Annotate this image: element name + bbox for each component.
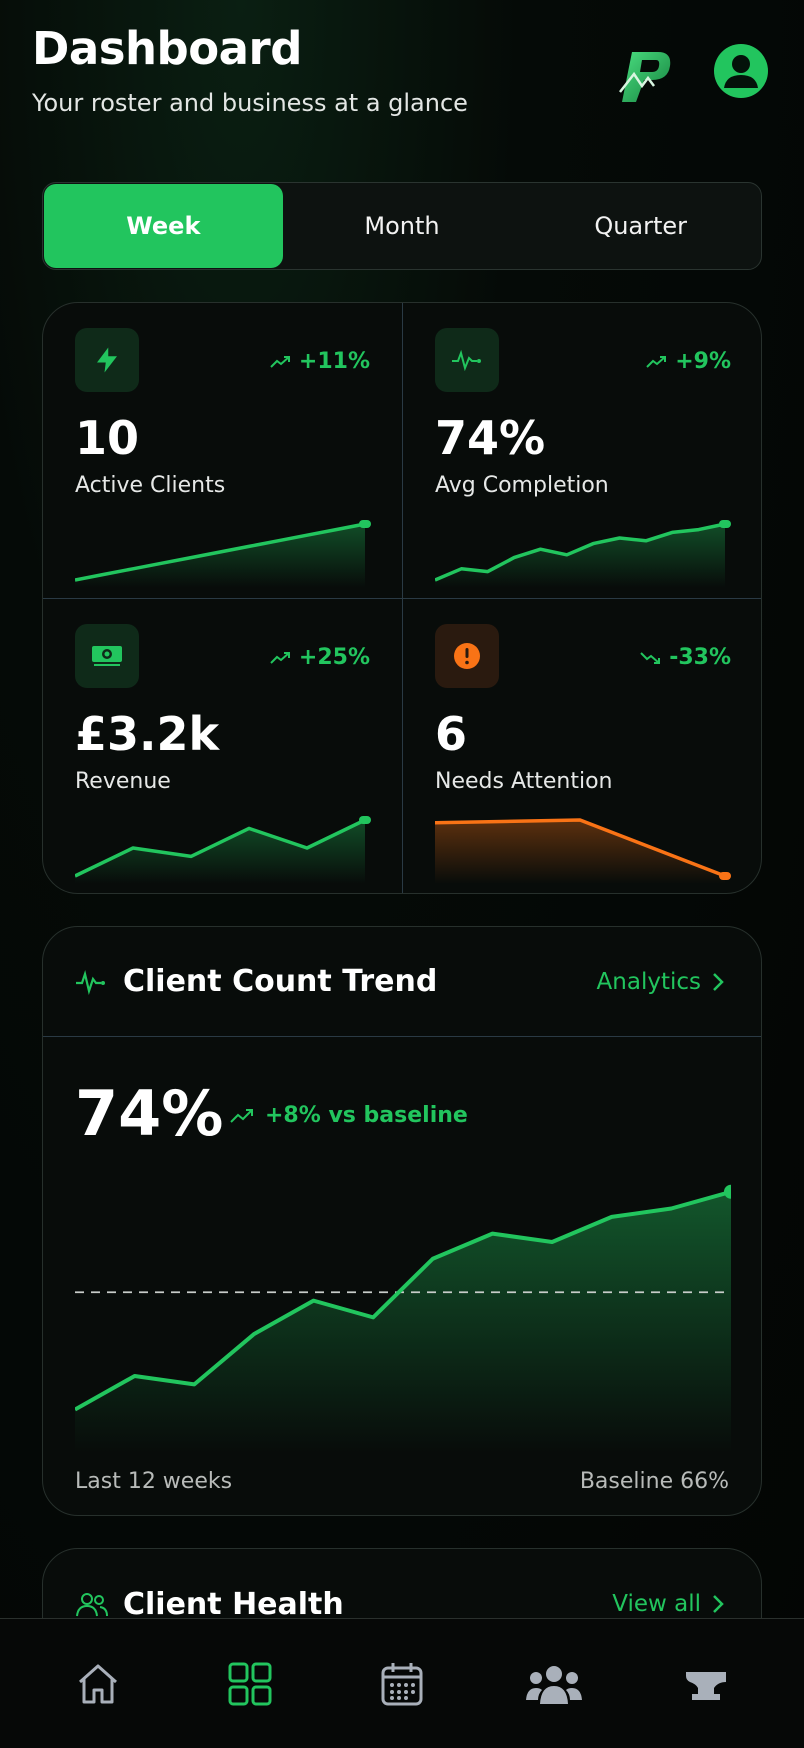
activity-icon [452, 349, 481, 371]
sparkline-end-point [359, 520, 371, 528]
card-header: Client Count Trend Analytics [43, 927, 761, 1037]
chart-range-label: Last 12 weeks [75, 1469, 233, 1494]
sparkline-area [435, 524, 725, 588]
nav-tools[interactable] [676, 1654, 736, 1714]
sparkline [75, 520, 371, 588]
stat-avg-completion[interactable]: +9% 74% Avg Completion [403, 303, 761, 599]
sparkline-end-point [359, 816, 371, 824]
stat-label: Revenue [75, 769, 171, 794]
trend-change: +8% vs baseline [229, 1103, 468, 1128]
baseline-label: Baseline 66% [579, 1469, 729, 1494]
trend-up-icon [270, 355, 290, 368]
activity-icon [76, 969, 105, 995]
nav-home[interactable] [68, 1654, 128, 1714]
stat-value: 74% [435, 411, 546, 465]
stat-value: 10 [75, 411, 140, 465]
view-all-label: View all [612, 1591, 701, 1617]
stat-change-value: +9% [675, 349, 731, 374]
stat-label: Needs Attention [435, 769, 613, 794]
trend-chart [75, 1184, 731, 1453]
period-selector: Week Month Quarter [42, 182, 762, 270]
home-icon [79, 1664, 117, 1703]
sparkline-area [435, 820, 725, 884]
client-count-trend-card: Client Count Trend Analytics 74% +8% vs … [42, 926, 762, 1516]
sparkline [435, 520, 731, 588]
stat-icon-box [75, 624, 139, 688]
stat-label: Active Clients [75, 473, 226, 498]
nav-calendar[interactable] [372, 1654, 432, 1714]
trend-up-icon [270, 651, 290, 664]
stat-change-value: +11% [298, 349, 370, 374]
user-icon [724, 55, 758, 88]
chevron-right-icon [713, 972, 724, 991]
nav-clients[interactable] [524, 1654, 584, 1714]
trend-value: 74% [75, 1077, 224, 1150]
anvil-icon [686, 1671, 726, 1700]
calendar-icon [381, 1662, 423, 1705]
cash-icon [92, 646, 122, 666]
tab-quarter[interactable]: Quarter [521, 184, 760, 268]
trend-up-icon [646, 355, 667, 368]
stat-icon-box [75, 328, 139, 392]
stat-label: Avg Completion [435, 473, 609, 498]
analytics-link-label: Analytics [596, 968, 701, 995]
trend-area [75, 1191, 731, 1453]
card-title: Client Count Trend [123, 964, 438, 999]
sparkline-end-point [719, 872, 731, 880]
users-icon [76, 1593, 108, 1617]
sparkline-end-point [719, 520, 731, 528]
grid-icon [228, 1662, 272, 1705]
stat-needs-attention[interactable]: -33% 6 Needs Attention [403, 599, 761, 893]
stat-value: £3.2k [75, 707, 220, 761]
trend-change-label: +8% vs baseline [265, 1103, 468, 1128]
stats-grid: +11% 10 Active Clients +9% 74% Avg Compl… [42, 302, 762, 894]
app-logo-icon [619, 52, 671, 102]
stat-change: +25% [269, 645, 370, 670]
chevron-right-icon [713, 1595, 724, 1613]
sparkline-area [75, 820, 365, 884]
stat-change: +11% [269, 349, 370, 374]
stat-change-value: +25% [298, 645, 370, 670]
alert-icon [454, 643, 480, 669]
trend-up-icon [230, 1108, 253, 1123]
trend-down-icon [640, 651, 661, 664]
stat-icon-box [435, 624, 499, 688]
avatar[interactable] [714, 44, 768, 98]
sparkline [75, 816, 371, 884]
card-title: Client Health [123, 1586, 344, 1622]
tab-month[interactable]: Month [283, 184, 522, 268]
users-icon [526, 1665, 582, 1704]
stat-revenue[interactable]: +25% £3.2k Revenue [43, 599, 403, 893]
stat-change: -33% [639, 645, 731, 670]
stat-value: 6 [435, 707, 468, 761]
view-all-link[interactable]: View all [612, 1591, 725, 1617]
bottom-nav [0, 1618, 804, 1748]
stat-active-clients[interactable]: +11% 10 Active Clients [43, 303, 403, 599]
stat-change-value: -33% [669, 645, 731, 670]
stat-icon-box [435, 328, 499, 392]
sparkline [435, 818, 731, 884]
bolt-icon [97, 347, 117, 373]
nav-dashboard[interactable] [220, 1654, 280, 1714]
header: Dashboard Your roster and business at a … [32, 22, 772, 132]
tab-week[interactable]: Week [44, 184, 283, 268]
analytics-link[interactable]: Analytics [597, 969, 725, 995]
stat-change: +9% [645, 349, 731, 374]
